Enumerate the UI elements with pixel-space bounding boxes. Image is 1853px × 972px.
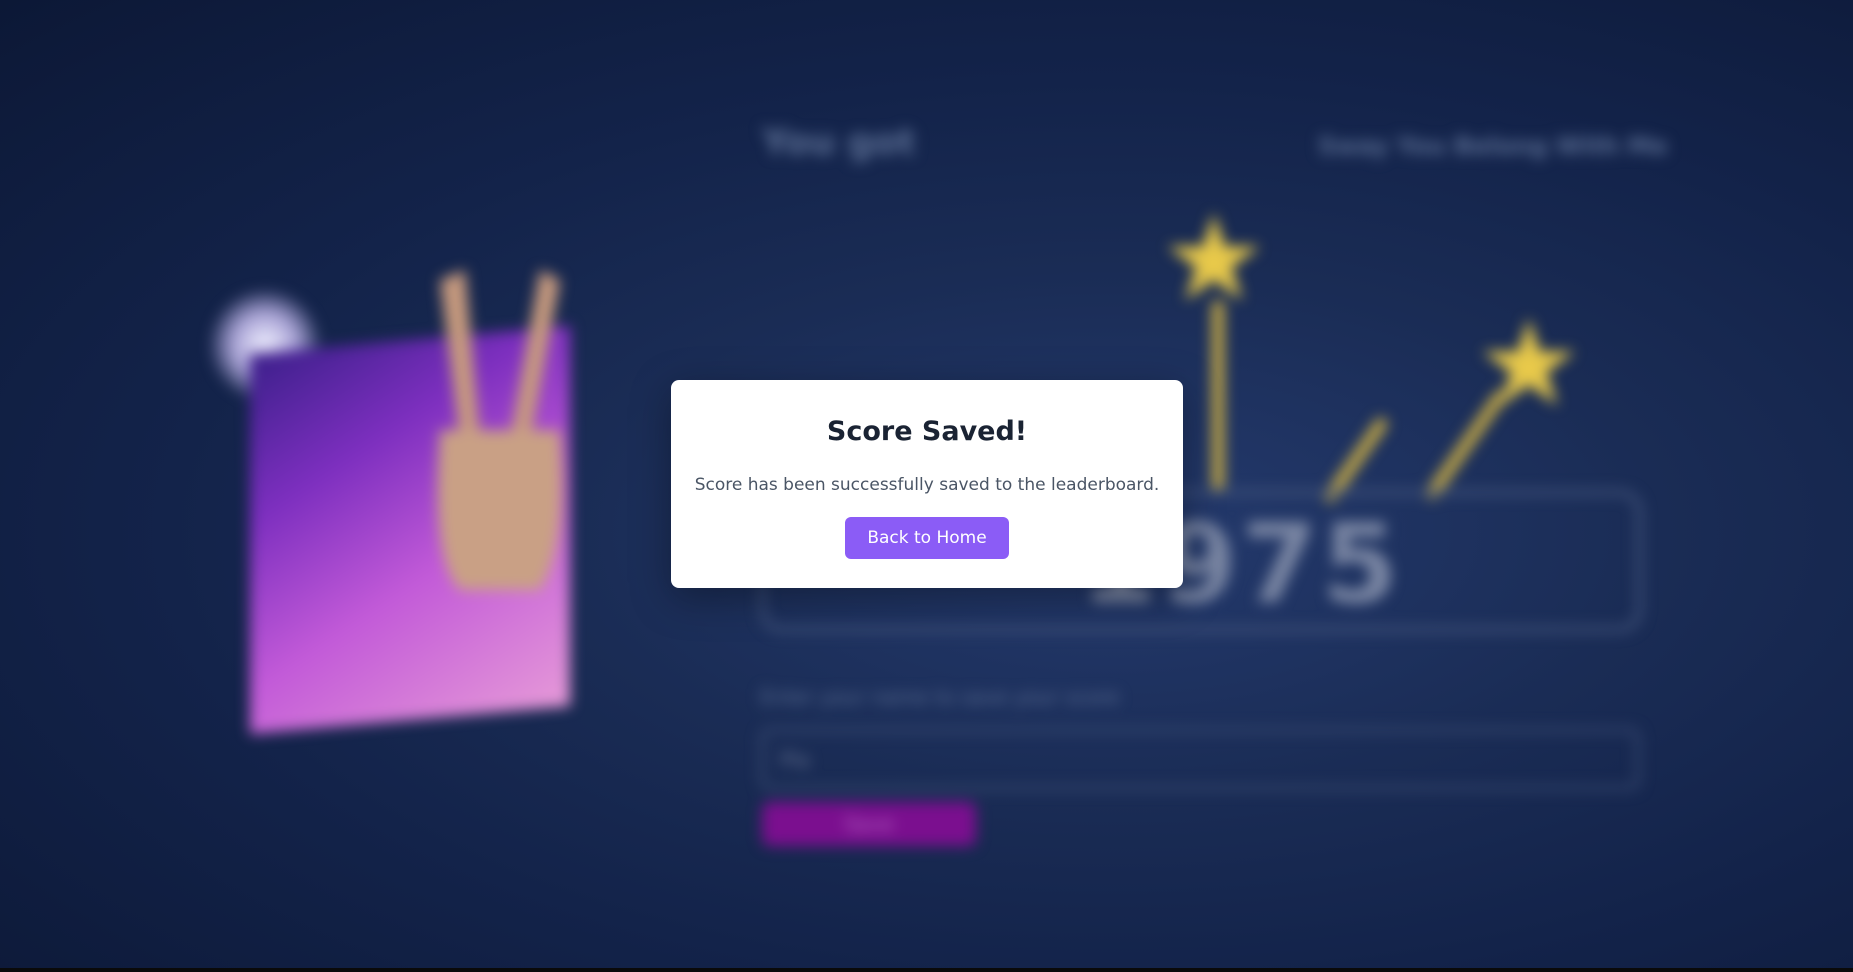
name-input-value: Pla bbox=[780, 748, 810, 772]
peace-hand-icon bbox=[437, 270, 563, 590]
dialog-title: Score Saved! bbox=[826, 416, 1028, 447]
star-icon: ★ bbox=[1160, 190, 1268, 329]
name-input[interactable] bbox=[760, 728, 1640, 790]
save-score-button[interactable]: Save bbox=[762, 802, 976, 846]
star-icon: ★ bbox=[1475, 295, 1583, 434]
name-label: Enter your name to save your score bbox=[760, 685, 1120, 709]
score-saved-dialog: Score Saved! Score has been successfully… bbox=[671, 380, 1183, 588]
song-title: Sway You Belong With Me bbox=[1318, 132, 1668, 160]
back-to-home-button[interactable]: Back to Home bbox=[845, 517, 1009, 559]
bottom-edge bbox=[0, 968, 1853, 972]
results-screen: You got Sway You Belong With Me ★ ★ 1975… bbox=[0, 0, 1853, 968]
results-heading: You got bbox=[762, 122, 916, 163]
dialog-message: Score has been successfully saved to the… bbox=[694, 475, 1160, 495]
